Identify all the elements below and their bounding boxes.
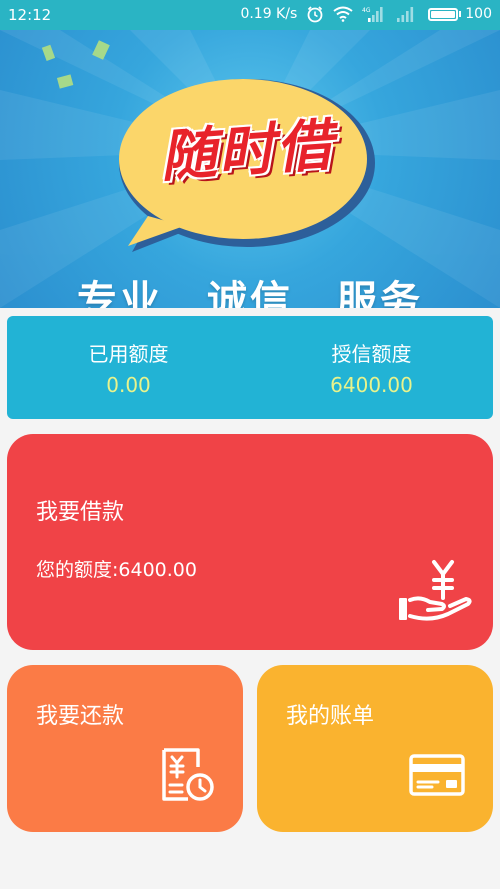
slogan-item: 服务 — [337, 278, 423, 308]
bill-title: 我的账单 — [286, 704, 375, 729]
wifi-icon — [333, 6, 353, 22]
used-quota-label: 已用额度 — [88, 342, 169, 366]
borrow-card-button[interactable]: 我要借款 您的额度:6400.00 — [7, 434, 493, 650]
used-quota-value: 0.00 — [106, 373, 151, 397]
borrow-title: 我要借款 — [36, 500, 125, 525]
quota-card: 已用额度 0.00 授信额度 6400.00 — [7, 316, 493, 419]
bank-card-icon — [409, 754, 465, 796]
flying-money-icon — [41, 40, 110, 89]
slogan: 专业 诚信 服务 — [0, 268, 500, 308]
network-speed: 0.19 K/s — [240, 6, 298, 22]
status-time: 12:12 — [8, 6, 52, 24]
signal-4g-icon: 4G — [362, 7, 383, 22]
hand-yuan-icon — [399, 560, 472, 621]
battery: 100 — [428, 6, 492, 22]
repay-card-button[interactable]: 我要还款 — [7, 665, 243, 832]
credit-quota: 授信额度 6400.00 — [250, 338, 493, 397]
slogan-item: 专业 — [77, 278, 163, 308]
credit-quota-label: 授信额度 — [331, 342, 412, 366]
repay-title: 我要还款 — [36, 704, 125, 729]
credit-quota-value: 6400.00 — [330, 373, 413, 397]
battery-icon — [428, 7, 459, 21]
used-quota: 已用额度 0.00 — [7, 338, 250, 397]
repay-bill-icon — [162, 748, 214, 801]
bill-card-button[interactable]: 我的账单 — [257, 665, 493, 832]
svg-text:4G: 4G — [362, 7, 371, 14]
alarm-icon — [307, 6, 323, 23]
status-icons: 0.19 K/s 4G 100 — [240, 5, 492, 23]
app-logo: 随时借 — [158, 112, 337, 190]
borrow-limit: 您的额度:6400.00 — [36, 559, 197, 581]
battery-level: 100 — [465, 6, 492, 22]
slogan-item: 诚信 — [207, 278, 293, 308]
status-bar: 12:12 0.19 K/s 4G 100 — [0, 0, 500, 30]
signal-icon — [397, 7, 414, 22]
promo-banner[interactable]: 随时借 专业 诚信 服务 — [0, 30, 500, 308]
